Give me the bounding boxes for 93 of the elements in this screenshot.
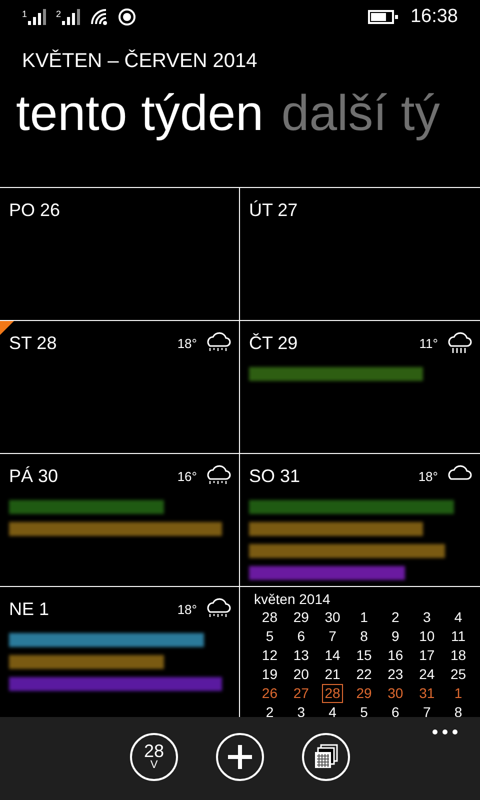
calendar-day[interactable]: 29 (353, 684, 375, 703)
day-label: NE 1 (9, 598, 50, 620)
day-label: PO 26 (9, 200, 62, 220)
sim-number: 1 (22, 9, 28, 19)
blurred-event[interactable] (9, 500, 164, 514)
day-cell[interactable]: SO 31 18° (240, 453, 480, 586)
signal-icon (62, 9, 80, 25)
calendar-day[interactable]: 2 (262, 703, 277, 717)
rain-cloud-icon (205, 332, 231, 354)
wifi-icon (90, 8, 108, 26)
calendar-day[interactable]: 20 (290, 665, 312, 684)
calendar-day[interactable]: 5 (357, 703, 371, 717)
pivot-tab[interactable]: další tý (281, 83, 440, 147)
calendar-stack-icon (313, 744, 339, 770)
calendar-day[interactable]: 25 (447, 665, 470, 684)
calendar-day[interactable]: 2 (388, 608, 402, 627)
calendar-day[interactable]: 1 (451, 684, 466, 703)
calendar-day[interactable]: 6 (388, 703, 402, 717)
blurred-event[interactable] (9, 522, 222, 536)
battery-icon (368, 10, 398, 24)
day-cell[interactable]: ST 28 18° (0, 320, 240, 453)
rain-cloud-icon (205, 598, 231, 620)
temperature: 18° (418, 468, 438, 484)
calendar-day[interactable]: 14 (322, 646, 344, 665)
calendar-day[interactable]: 13 (290, 646, 312, 665)
calendar-view-button[interactable] (302, 732, 350, 780)
calendar-day[interactable]: 8 (451, 703, 466, 717)
blurred-event[interactable] (249, 566, 406, 580)
blurred-event[interactable] (249, 367, 423, 381)
blurred-event[interactable] (249, 544, 446, 558)
temperature: 18° (177, 602, 197, 616)
calendar-day[interactable]: 10 (416, 627, 438, 646)
calendar-day[interactable]: 3 (420, 608, 434, 627)
calendar-day[interactable]: 7 (420, 703, 434, 717)
calendar-day[interactable]: 18 (447, 646, 470, 665)
calendar-day[interactable]: 30 (384, 684, 406, 703)
calendar-day[interactable]: 24 (416, 665, 438, 684)
day-cell[interactable]: PÁ 30 16° (0, 453, 240, 586)
more-icon[interactable] (432, 729, 458, 735)
day-cell[interactable]: ÚT 27 (240, 187, 480, 320)
calendar-day[interactable]: 19 (258, 665, 280, 684)
day-label: PÁ 30 (9, 466, 60, 486)
today-button[interactable]: 28 V (130, 732, 178, 780)
calendar-day[interactable]: 17 (416, 646, 438, 665)
temperature: 16° (177, 468, 197, 484)
calendar-day[interactable]: 15 (353, 646, 375, 665)
calendar-day[interactable]: 28 (258, 608, 280, 627)
day-cell[interactable]: ČT 29 11° (240, 320, 480, 453)
calendar-day[interactable]: 28 (322, 684, 344, 703)
pivot-tab[interactable]: tento týden (16, 83, 264, 147)
month-title: květen 2014 (254, 591, 332, 608)
calendar-day[interactable]: 23 (384, 665, 406, 684)
calendar-day[interactable]: 1 (357, 608, 371, 627)
calendar-day[interactable]: 11 (448, 627, 469, 646)
calendar-day[interactable]: 5 (262, 627, 277, 646)
day-label: ÚT 27 (249, 200, 299, 220)
add-button[interactable] (216, 732, 264, 780)
date-range-title: KVĚTEN – ČERVEN 2014 (22, 50, 258, 73)
calendar-day[interactable]: 12 (258, 646, 280, 665)
day-label: ČT 29 (249, 332, 299, 354)
signal-icon (28, 9, 46, 25)
calendar-day[interactable]: 9 (388, 627, 402, 646)
calendar-day[interactable]: 4 (451, 608, 466, 627)
calendar-day[interactable]: 7 (326, 627, 340, 646)
sim-number: 2 (56, 9, 62, 19)
blurred-event[interactable] (249, 500, 454, 514)
calendar-day[interactable]: 6 (294, 627, 308, 646)
calendar-day[interactable]: 30 (322, 608, 344, 627)
day-label: ST 28 (9, 332, 58, 354)
rain-cloud-icon (205, 465, 231, 487)
plus-icon (227, 744, 253, 770)
blurred-event[interactable] (249, 522, 423, 536)
calendar-day[interactable]: 26 (258, 684, 280, 703)
calendar-day[interactable]: 4 (326, 703, 340, 717)
calendar-day[interactable]: 16 (384, 646, 406, 665)
calendar-day[interactable]: 27 (290, 684, 312, 703)
calendar-day[interactable]: 3 (294, 703, 308, 717)
blurred-event[interactable] (9, 655, 164, 669)
blurred-event[interactable] (9, 677, 222, 691)
temperature: 18° (177, 336, 197, 350)
day-cell[interactable]: NE 1 18° (0, 586, 240, 717)
clock-time: 16:38 (410, 6, 458, 28)
day-cell[interactable]: PO 26 (0, 187, 240, 320)
calendar-day[interactable]: 8 (357, 627, 371, 646)
calendar-day[interactable]: 21 (322, 665, 344, 684)
rain-cloud-icon (446, 332, 472, 354)
day-label: SO 31 (249, 466, 302, 486)
blurred-event[interactable] (9, 633, 204, 647)
location-icon (118, 8, 136, 26)
calendar-day[interactable]: 22 (353, 665, 375, 684)
calendar-day[interactable]: 29 (290, 608, 312, 627)
temperature: 11° (419, 336, 438, 350)
calendar-day[interactable]: 31 (416, 684, 438, 703)
